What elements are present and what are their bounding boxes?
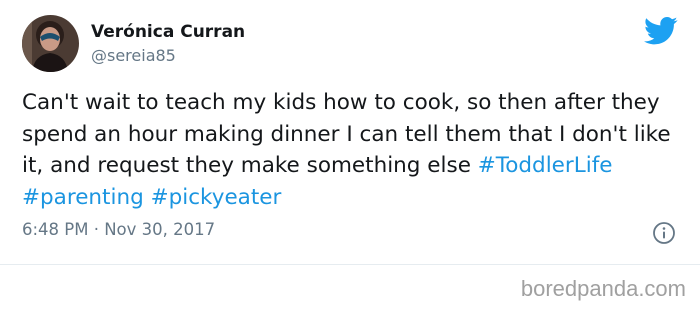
info-icon[interactable] [652, 221, 676, 245]
twitter-bird-icon[interactable] [644, 16, 678, 46]
hashtag-link[interactable]: #ToddlerLife [478, 153, 613, 178]
hashtag-link[interactable]: #pickyeater [151, 185, 282, 210]
watermark: boredpanda.com [520, 276, 686, 301]
tweet-timestamp[interactable]: 6:48 PM · Nov 30, 2017 [22, 220, 215, 239]
avatar[interactable] [22, 15, 79, 72]
author-handle[interactable]: @sereia85 [91, 46, 176, 65]
hashtag-link[interactable]: #parenting [22, 185, 144, 210]
author-name[interactable]: Verónica Curran [91, 22, 245, 42]
tweet-text: Can't wait to teach my kids how to cook,… [22, 87, 686, 213]
profile-photo-image [22, 15, 79, 72]
tweet-card: Verónica Curran @sereia85 Can't wait to … [0, 0, 700, 265]
